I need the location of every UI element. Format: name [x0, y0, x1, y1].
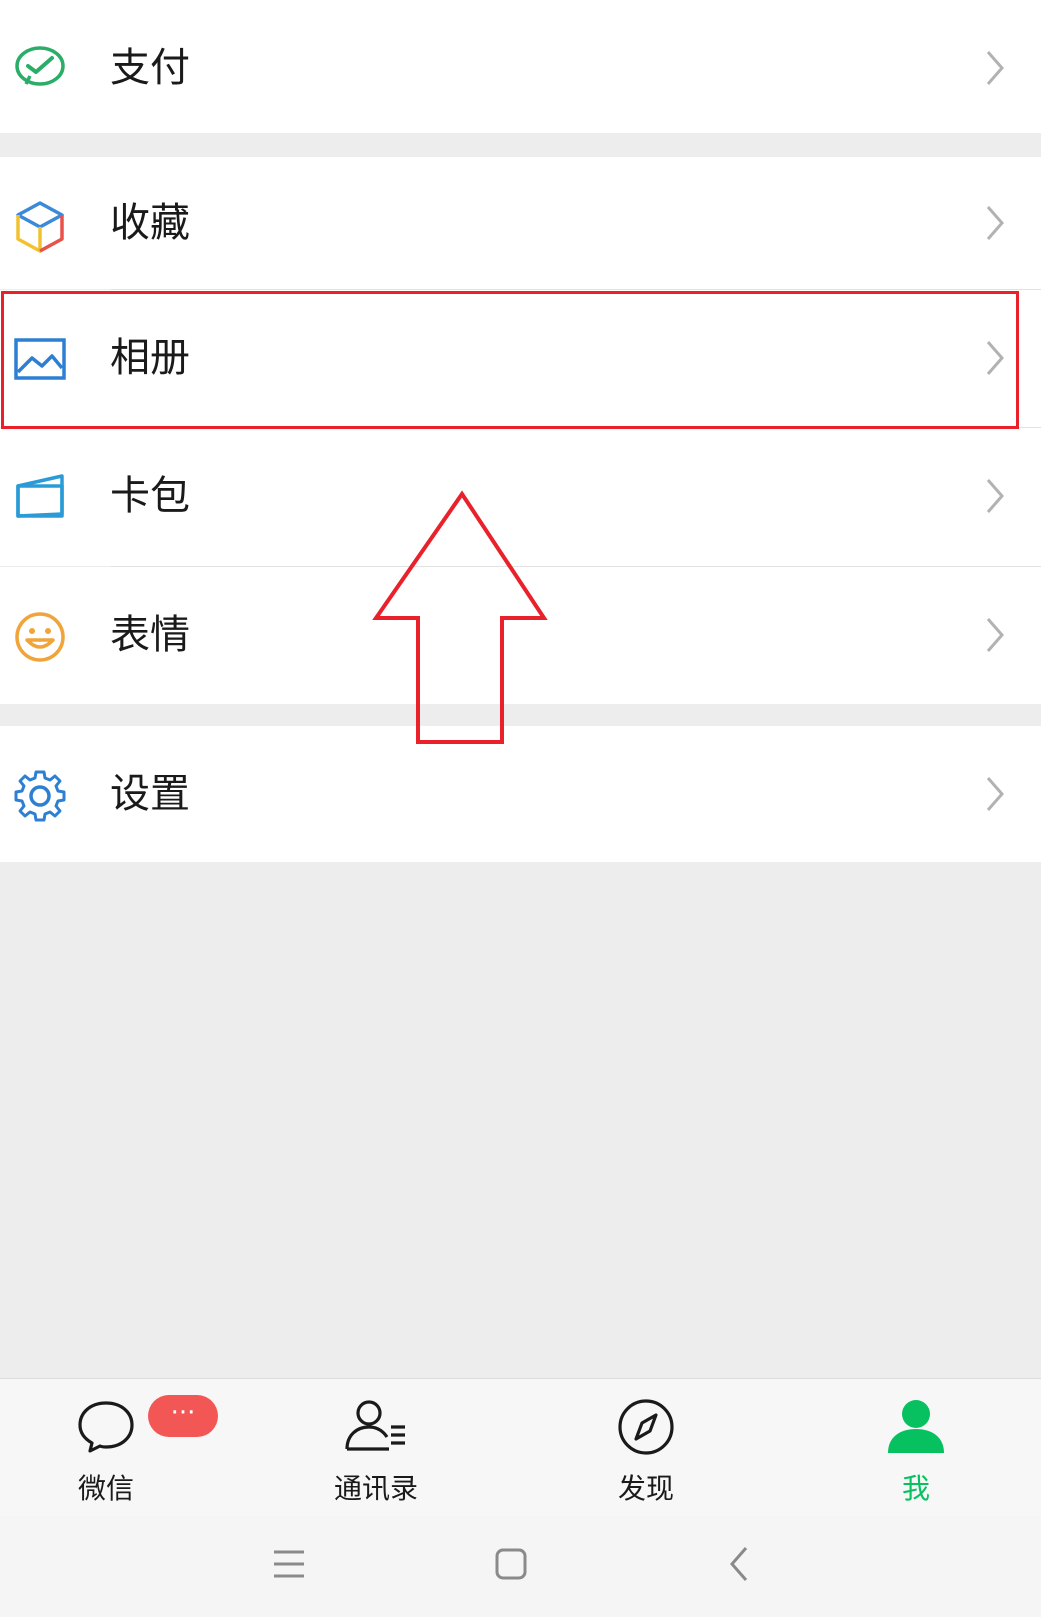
contacts-icon — [345, 1400, 405, 1451]
gear-icon — [14, 770, 66, 822]
menu-item-stickers-label: 表情 — [110, 612, 190, 658]
tab-me[interactable]: 我 — [836, 1379, 996, 1516]
tab-chats-label: 微信 — [77, 1472, 134, 1505]
menu-item-pay-label: 支付 — [110, 45, 190, 91]
smiley-icon — [15, 612, 65, 662]
tab-contacts-label: 通讯录 — [333, 1472, 418, 1505]
chevron-right-icon — [986, 618, 1004, 652]
chevron-right-icon — [986, 206, 1004, 240]
tab-me-label: 我 — [901, 1472, 930, 1505]
menu-item-favorites-label: 收藏 — [110, 200, 190, 246]
tab-discover-label: 发现 — [617, 1472, 674, 1505]
chevron-right-icon — [986, 777, 1004, 811]
tab-discover[interactable]: 发现 — [566, 1379, 726, 1516]
menu-lines-icon[interactable] — [272, 1546, 306, 1582]
system-nav-bar — [0, 1516, 1041, 1617]
menu-item-cards-label: 卡包 — [110, 473, 190, 519]
compass-icon — [618, 1399, 674, 1455]
up-arrow-annotation — [372, 490, 548, 744]
chevron-right-icon — [986, 479, 1004, 513]
menu-item-favorites[interactable]: 收藏 — [0, 157, 1041, 289]
wechat-pay-icon — [15, 46, 65, 86]
card-wallet-icon — [16, 474, 64, 518]
unread-badge: ··· — [148, 1395, 218, 1437]
person-icon — [888, 1400, 944, 1453]
back-chevron-icon[interactable] — [726, 1546, 752, 1582]
cube-icon — [16, 201, 64, 253]
tab-contacts[interactable]: 通讯录 — [296, 1379, 456, 1516]
tab-chats[interactable]: ··· 微信 — [26, 1379, 218, 1516]
square-home-icon[interactable] — [494, 1546, 528, 1582]
bottom-tab-bar: ··· 微信 通讯录 发现 我 — [0, 1378, 1041, 1517]
menu-item-pay[interactable]: 支付 — [0, 0, 1041, 133]
menu-item-settings-label: 设置 — [110, 771, 190, 817]
chat-bubble-icon — [78, 1401, 134, 1453]
highlight-box — [1, 291, 1019, 429]
chevron-right-icon — [986, 51, 1004, 85]
